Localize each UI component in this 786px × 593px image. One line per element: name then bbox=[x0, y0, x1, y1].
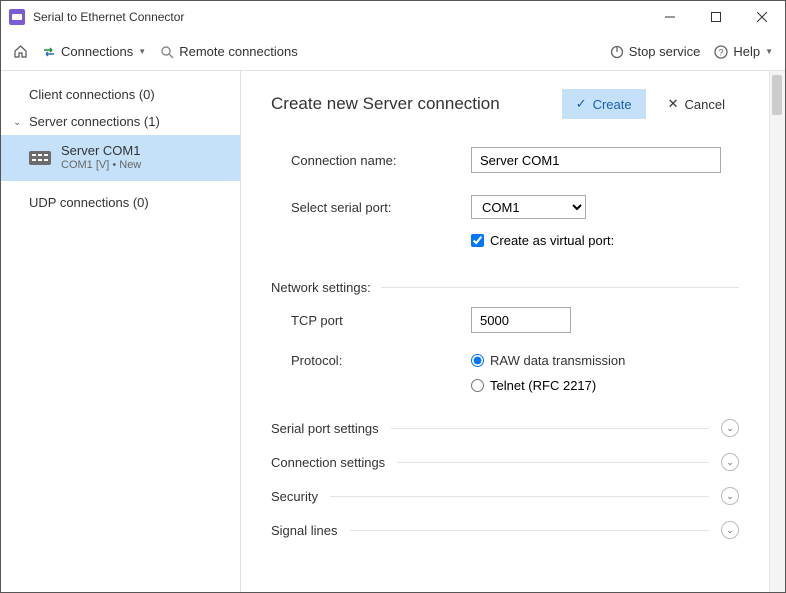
create-button[interactable]: ✓ Create bbox=[562, 89, 646, 119]
caret-down-icon: ▼ bbox=[138, 47, 146, 56]
proto-raw-label: RAW data transmission bbox=[490, 353, 625, 368]
x-icon: ✕ bbox=[668, 96, 679, 112]
expand-icon: ⌄ bbox=[721, 453, 739, 471]
help-icon: ? bbox=[714, 45, 728, 59]
sidebar-server-header[interactable]: ⌄ Server connections (1) bbox=[1, 108, 240, 135]
toolbar: Connections ▼ Remote connections Stop se… bbox=[1, 33, 785, 71]
power-icon bbox=[610, 45, 624, 59]
expand-icon: ⌄ bbox=[721, 419, 739, 437]
help-dropdown[interactable]: ? Help ▼ bbox=[714, 44, 773, 59]
sidebar-client-label: Client connections (0) bbox=[29, 87, 155, 102]
divider bbox=[381, 287, 739, 288]
proto-telnet-label: Telnet (RFC 2217) bbox=[490, 378, 596, 393]
sidebar-udp-header[interactable]: UDP connections (0) bbox=[1, 189, 240, 216]
section-serial-port[interactable]: Serial port settings ⌄ bbox=[271, 411, 739, 445]
svg-text:?: ? bbox=[719, 47, 724, 57]
virtual-port-checkbox[interactable] bbox=[471, 234, 484, 247]
serial-port-label: Select serial port: bbox=[291, 200, 471, 215]
tcp-port-label: TCP port bbox=[291, 313, 471, 328]
help-label: Help bbox=[733, 44, 760, 59]
main-content: Create new Server connection ✓ Create ✕ … bbox=[241, 71, 769, 592]
section-security-label: Security bbox=[271, 489, 318, 504]
network-settings-heading: Network settings: bbox=[271, 280, 371, 295]
divider bbox=[350, 530, 710, 531]
proto-telnet-radio[interactable] bbox=[471, 379, 484, 392]
section-connection[interactable]: Connection settings ⌄ bbox=[271, 445, 739, 479]
divider bbox=[330, 496, 709, 497]
scrollbar-thumb[interactable] bbox=[772, 75, 782, 115]
conn-name-input[interactable] bbox=[471, 147, 721, 173]
connections-dropdown[interactable]: Connections ▼ bbox=[42, 44, 146, 59]
close-icon bbox=[757, 12, 767, 22]
stop-service-label: Stop service bbox=[629, 44, 701, 59]
proto-raw-radio[interactable] bbox=[471, 354, 484, 367]
sidebar-item-server-com1[interactable]: Server COM1 COM1 [V] • New bbox=[1, 135, 240, 181]
search-icon bbox=[160, 45, 174, 59]
remote-connections-button[interactable]: Remote connections bbox=[160, 44, 298, 59]
sidebar-udp-label: UDP connections (0) bbox=[29, 195, 149, 210]
protocol-label: Protocol: bbox=[291, 353, 471, 368]
create-label: Create bbox=[593, 97, 632, 112]
minimize-button[interactable] bbox=[647, 1, 693, 33]
chevron-down-icon: ⌄ bbox=[13, 117, 21, 128]
section-signal-lines[interactable]: Signal lines ⌄ bbox=[271, 513, 739, 547]
expand-icon: ⌄ bbox=[721, 487, 739, 505]
section-security[interactable]: Security ⌄ bbox=[271, 479, 739, 513]
sidebar-item-sub: COM1 [V] • New bbox=[61, 159, 141, 173]
section-conn-label: Connection settings bbox=[271, 455, 385, 470]
maximize-button[interactable] bbox=[693, 1, 739, 33]
sidebar-server-label: Server connections (1) bbox=[29, 114, 160, 129]
minimize-icon bbox=[665, 12, 675, 22]
divider bbox=[391, 428, 709, 429]
app-title: Serial to Ethernet Connector bbox=[33, 10, 184, 24]
sidebar-client-header[interactable]: Client connections (0) bbox=[1, 81, 240, 108]
cancel-label: Cancel bbox=[685, 97, 725, 112]
cancel-button[interactable]: ✕ Cancel bbox=[654, 89, 739, 119]
virtual-port-label: Create as virtual port: bbox=[490, 233, 614, 248]
close-button[interactable] bbox=[739, 1, 785, 33]
section-serial-label: Serial port settings bbox=[271, 421, 379, 436]
section-signal-label: Signal lines bbox=[271, 523, 338, 538]
maximize-icon bbox=[711, 12, 721, 22]
port-icon bbox=[29, 151, 51, 165]
sidebar: Client connections (0) ⌄ Server connecti… bbox=[1, 71, 241, 592]
divider bbox=[397, 462, 709, 463]
connections-label: Connections bbox=[61, 44, 133, 59]
home-button[interactable] bbox=[13, 44, 28, 59]
swap-icon bbox=[42, 45, 56, 59]
stop-service-button[interactable]: Stop service bbox=[610, 44, 701, 59]
sidebar-item-name: Server COM1 bbox=[61, 143, 141, 159]
scrollbar[interactable] bbox=[769, 71, 785, 592]
remote-label: Remote connections bbox=[179, 44, 298, 59]
app-icon bbox=[9, 9, 25, 25]
tcp-port-input[interactable] bbox=[471, 307, 571, 333]
check-icon: ✓ bbox=[576, 96, 587, 112]
titlebar: Serial to Ethernet Connector bbox=[1, 1, 785, 33]
home-icon bbox=[13, 44, 28, 59]
expand-icon: ⌄ bbox=[721, 521, 739, 539]
conn-name-label: Connection name: bbox=[291, 153, 471, 168]
page-title: Create new Server connection bbox=[271, 94, 562, 114]
caret-down-icon: ▼ bbox=[765, 47, 773, 56]
serial-port-select[interactable]: COM1 bbox=[471, 195, 586, 219]
